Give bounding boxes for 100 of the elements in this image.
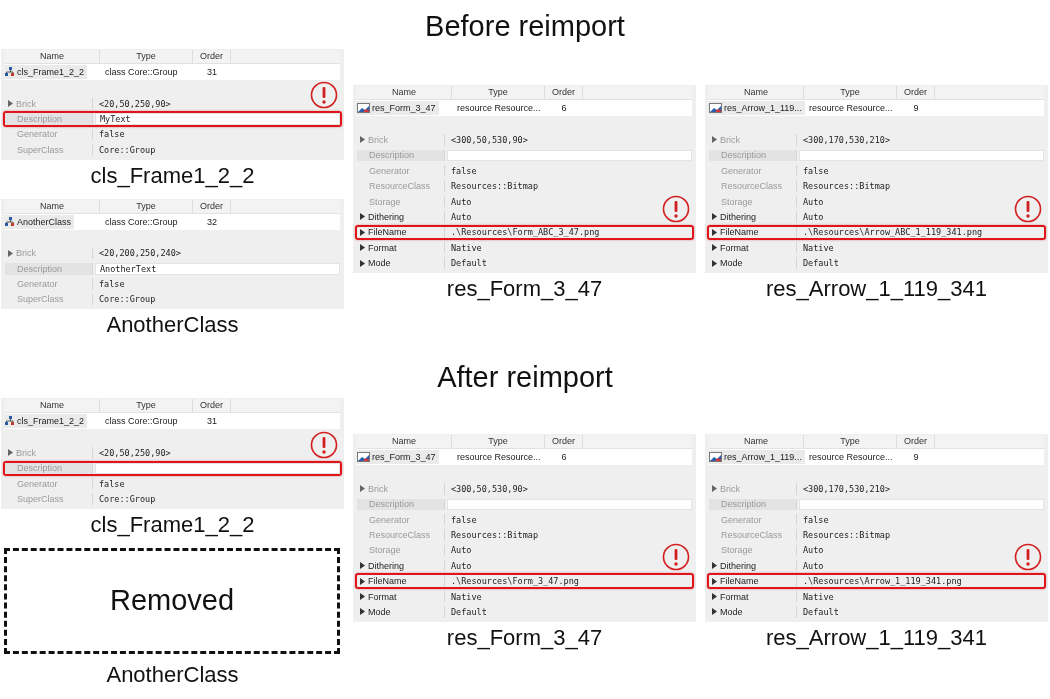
column-header[interactable]: Order	[545, 435, 583, 449]
list-item[interactable]: res_Arrow_1_119...	[709, 101, 805, 116]
column-header[interactable]: Order	[897, 86, 935, 100]
property-row[interactable]: ResourceClass Resources::Bitmap	[355, 178, 694, 194]
property-row[interactable]: Generator false	[3, 475, 342, 492]
column-header[interactable]: Name	[357, 435, 452, 449]
list-item[interactable]: res_Arrow_1_119...	[709, 450, 805, 465]
property-row[interactable]: ResourceClass Resources::Bitmap	[707, 178, 1046, 194]
column-header[interactable]: Order	[545, 86, 583, 100]
column-header[interactable]: Name	[709, 86, 804, 100]
expand-arrow-icon[interactable]	[712, 259, 717, 267]
column-header[interactable]: Type	[452, 86, 545, 100]
expand-arrow-icon[interactable]	[8, 100, 13, 108]
expand-arrow-icon[interactable]	[360, 562, 365, 570]
list-item[interactable]: res_Form_3_47	[357, 450, 439, 465]
input-field[interactable]	[95, 462, 340, 474]
list-item[interactable]: AnotherClass	[5, 214, 75, 229]
expand-arrow-icon[interactable]	[712, 244, 717, 252]
property-row[interactable]: Dithering Auto	[707, 558, 1046, 574]
list-item[interactable]: cls_Frame1_2_2	[5, 414, 88, 429]
property-row[interactable]: Generator false	[355, 163, 694, 179]
property-row[interactable]: Mode Default	[355, 604, 694, 620]
property-row[interactable]: Storage Auto	[707, 542, 1046, 559]
property-row[interactable]: Brick <300,50,530,90>	[355, 132, 694, 148]
property-row[interactable]: Format Native	[707, 240, 1046, 256]
input-field[interactable]	[447, 498, 692, 510]
property-row[interactable]: Dithering Auto	[707, 209, 1046, 225]
property-row[interactable]: Storage Auto	[355, 542, 694, 559]
expand-arrow-icon[interactable]	[360, 485, 365, 493]
property-row[interactable]: Generator false	[355, 511, 694, 528]
property-row[interactable]: Brick <300,50,530,90>	[355, 481, 694, 497]
column-header[interactable]: Type	[804, 435, 897, 449]
property-row[interactable]: SuperClass Core::Group	[3, 142, 342, 158]
column-header[interactable]: Type	[100, 399, 193, 413]
column-header[interactable]: Order	[193, 399, 231, 413]
property-row[interactable]: ResourceClass Resources::Bitmap	[355, 527, 694, 543]
column-header[interactable]: Type	[100, 199, 193, 213]
expand-arrow-icon[interactable]	[8, 449, 13, 457]
expand-arrow-icon[interactable]	[360, 608, 365, 616]
property-row[interactable]: Generator false	[3, 276, 342, 292]
expand-arrow-icon[interactable]	[712, 593, 717, 601]
column-header[interactable]: Name	[709, 435, 804, 449]
property-row[interactable]: Brick <20,50,250,90>	[3, 96, 342, 112]
expand-arrow-icon[interactable]	[360, 213, 365, 221]
property-row[interactable]: Storage Auto	[355, 193, 694, 210]
column-header[interactable]: Type	[452, 435, 545, 449]
property-row[interactable]: Brick <20,50,250,90>	[3, 445, 342, 461]
expand-arrow-icon[interactable]	[8, 249, 13, 257]
property-label: Mode	[720, 606, 743, 617]
property-row[interactable]: Format Native	[707, 588, 1046, 605]
expand-arrow-icon[interactable]	[360, 244, 365, 252]
expand-arrow-icon[interactable]	[360, 136, 365, 144]
property-row[interactable]: Format Native	[355, 588, 694, 605]
input-field[interactable]	[799, 149, 1044, 162]
caption: AnotherClass	[105, 662, 240, 687]
property-row[interactable]: Brick <300,170,530,210>	[707, 481, 1046, 497]
property-row[interactable]: Dithering Auto	[355, 209, 694, 225]
column-header[interactable]: Order	[897, 435, 935, 449]
expand-arrow-icon[interactable]	[360, 228, 365, 236]
list-item[interactable]: res_Form_3_47	[357, 101, 439, 116]
column-header[interactable]: Type	[100, 50, 193, 63]
list-item[interactable]: cls_Frame1_2_2	[5, 65, 88, 79]
property-row[interactable]: Mode Default	[707, 604, 1046, 620]
property-row[interactable]: Mode Default	[355, 255, 694, 271]
input-field[interactable]	[447, 149, 692, 162]
column-header[interactable]: Name	[5, 199, 100, 213]
property-row[interactable]: Description AnotherText	[3, 260, 342, 277]
property-row[interactable]: ResourceClass Resources::Bitmap	[707, 527, 1046, 543]
expand-arrow-icon[interactable]	[712, 562, 717, 570]
column-header[interactable]: Type	[804, 86, 897, 100]
property-row[interactable]: SuperClass Core::Group	[3, 491, 342, 507]
expand-arrow-icon[interactable]	[712, 577, 717, 585]
input-field[interactable]: MyText	[95, 113, 340, 126]
input-field[interactable]	[799, 498, 1044, 510]
property-row[interactable]: Brick <20,200,250,240>	[3, 245, 342, 261]
column-header[interactable]: Order	[193, 50, 231, 63]
column-header[interactable]: Order	[193, 199, 231, 213]
property-label: SuperClass	[17, 144, 64, 155]
property-row[interactable]: Storage Auto	[707, 193, 1046, 210]
expand-arrow-icon[interactable]	[712, 213, 717, 221]
expand-arrow-icon[interactable]	[712, 136, 717, 144]
property-row[interactable]: Format Native	[355, 240, 694, 256]
column-header[interactable]: Name	[357, 86, 452, 100]
column-header[interactable]: Name	[5, 50, 100, 63]
column-header[interactable]: Name	[5, 399, 100, 413]
expand-arrow-icon[interactable]	[360, 259, 365, 267]
property-row[interactable]: Generator false	[707, 511, 1046, 528]
expand-arrow-icon[interactable]	[360, 577, 365, 585]
property-row[interactable]: Generator false	[3, 126, 342, 143]
expand-arrow-icon[interactable]	[712, 485, 717, 493]
image-icon	[357, 452, 370, 463]
input-field[interactable]: AnotherText	[95, 262, 340, 275]
property-row[interactable]: Generator false	[707, 163, 1046, 179]
property-row[interactable]: Mode Default	[707, 255, 1046, 271]
expand-arrow-icon[interactable]	[712, 608, 717, 616]
expand-arrow-icon[interactable]	[360, 593, 365, 601]
property-row[interactable]: SuperClass Core::Group	[3, 291, 342, 308]
property-row[interactable]: Dithering Auto	[355, 558, 694, 574]
expand-arrow-icon[interactable]	[712, 228, 717, 236]
property-row[interactable]: Brick <300,170,530,210>	[707, 132, 1046, 148]
